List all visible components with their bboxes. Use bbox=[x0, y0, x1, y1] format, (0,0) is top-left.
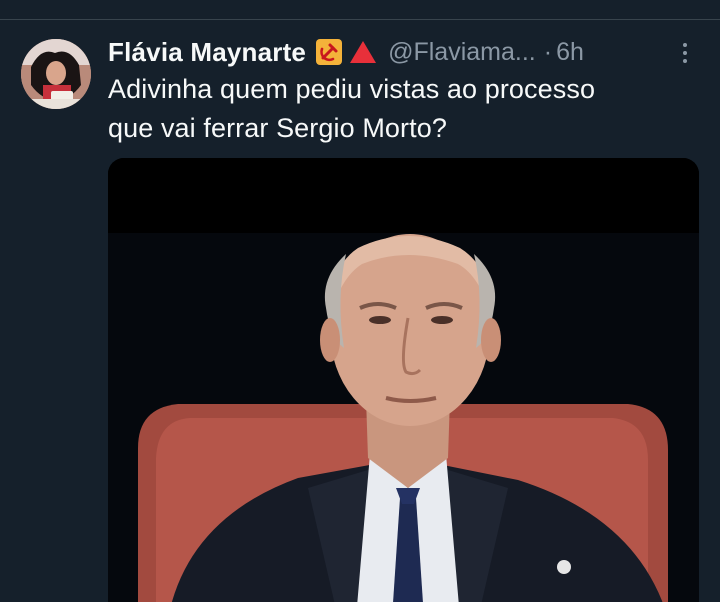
tweet[interactable]: Flávia Maynarte @Flaviama... · 6h Adivin… bbox=[0, 0, 720, 602]
avatar-image bbox=[21, 39, 91, 109]
red-triangle-icon bbox=[350, 41, 377, 63]
separator: · bbox=[543, 37, 553, 66]
tweet-text-line: que vai ferrar Sergio Morto? bbox=[108, 113, 447, 143]
timestamp[interactable]: 6h bbox=[556, 38, 584, 67]
tweet-text-line: Adivinha quem pediu vistas ao processo bbox=[108, 74, 596, 104]
tweet-media-image[interactable] bbox=[108, 158, 699, 602]
photo-of-man-in-judicial-robe-icon bbox=[108, 158, 699, 602]
display-name[interactable]: Flávia Maynarte bbox=[108, 37, 306, 68]
more-options-icon[interactable] bbox=[670, 36, 700, 70]
avatar[interactable] bbox=[21, 39, 91, 109]
divider bbox=[0, 19, 720, 20]
hammer-and-sickle-icon bbox=[316, 39, 343, 65]
tweet-header: Flávia Maynarte @Flaviama... · 6h bbox=[108, 34, 708, 70]
author-handle[interactable]: @Flaviama... bbox=[388, 38, 536, 67]
tweet-text: Adivinha quem pediu vistas ao processo q… bbox=[108, 70, 698, 148]
